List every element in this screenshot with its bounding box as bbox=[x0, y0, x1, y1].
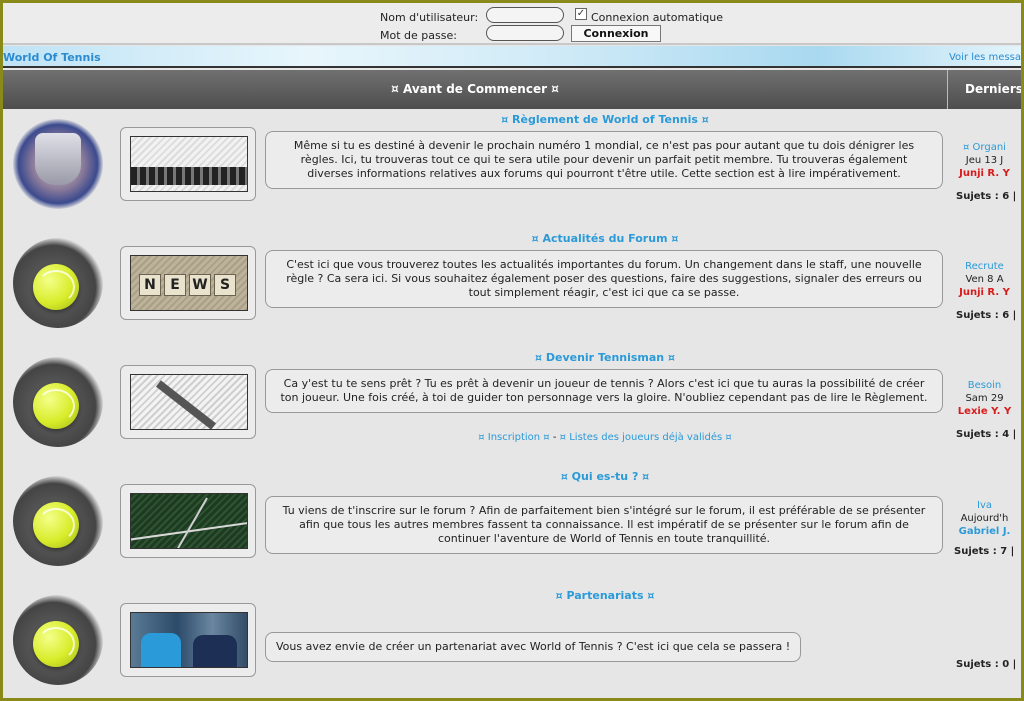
forum-title[interactable]: ¤ Partenariats ¤ bbox=[265, 589, 945, 602]
username-input[interactable] bbox=[486, 7, 564, 23]
tennis-ball-icon bbox=[13, 595, 103, 685]
last-post-topic[interactable]: Recrute bbox=[948, 260, 1021, 273]
notebook-image bbox=[130, 136, 248, 192]
news-letter: E bbox=[164, 274, 186, 296]
recent-messages-link[interactable]: Voir les messa bbox=[949, 52, 1021, 63]
last-post-author[interactable]: Junji R. Y bbox=[948, 167, 1021, 180]
site-name-link[interactable]: World Of Tennis bbox=[3, 51, 101, 64]
last-post: ¤ Organi Jeu 13 J Junji R. Y bbox=[948, 141, 1021, 180]
forum-title[interactable]: ¤ Actualités du Forum ¤ bbox=[265, 232, 945, 245]
last-posts-header: Derniers bbox=[965, 82, 1021, 96]
tennis-ball-icon bbox=[13, 357, 103, 447]
forum-description: Ca y'est tu te sens prêt ? Tu es prêt à … bbox=[265, 369, 943, 413]
subforum-separator: - bbox=[552, 432, 557, 443]
forum-row: ¤ Qui es-tu ? ¤ Tu viens de t'inscrire s… bbox=[3, 466, 1021, 585]
news-letter: N bbox=[139, 274, 161, 296]
pen-image bbox=[130, 374, 248, 430]
last-post-author[interactable]: Gabriel J. bbox=[948, 525, 1021, 538]
subforum-link-validated-players[interactable]: ¤ Listes des joueurs déjà validés ¤ bbox=[560, 432, 732, 443]
last-post-date: Ven 8 A bbox=[965, 274, 1004, 285]
page-frame: Nom d'utilisateur: ✓ Connexion automatiq… bbox=[3, 3, 1021, 698]
forum-thumbnail[interactable] bbox=[120, 603, 256, 677]
auto-login-checkbox[interactable]: ✓ bbox=[575, 8, 587, 20]
forum-row: ¤ Règlement de World of Tennis ¤ Même si… bbox=[3, 109, 1021, 228]
last-post: Iva Aujourd'h Gabriel J. bbox=[948, 499, 1021, 538]
last-post-topic[interactable]: Iva bbox=[948, 499, 1021, 512]
forum-thumbnail[interactable] bbox=[120, 484, 256, 558]
subforum-link-inscription[interactable]: ¤ Inscription ¤ bbox=[478, 432, 549, 443]
last-post-author[interactable]: Junji R. Y bbox=[948, 286, 1021, 299]
forum-description: Vous avez envie de créer un partenariat … bbox=[265, 632, 802, 662]
players-image bbox=[130, 612, 248, 668]
category-title[interactable]: ¤ Avant de Commencer ¤ bbox=[3, 70, 948, 109]
forum-thumbnail[interactable] bbox=[120, 127, 256, 201]
forum-row: ¤ Devenir Tennisman ¤ Ca y'est tu te sen… bbox=[3, 347, 1021, 466]
news-letter: S bbox=[214, 274, 236, 296]
category-header: ¤ Avant de Commencer ¤ Derniers bbox=[3, 70, 1021, 109]
forum-row: ¤ Partenariats ¤ Vous avez envie de crée… bbox=[3, 585, 1021, 698]
subforum-links: ¤ Inscription ¤ - ¤ Listes des joueurs d… bbox=[265, 432, 945, 443]
forum-description: Tu viens de t'inscrire sur le forum ? Af… bbox=[265, 496, 943, 554]
last-post-date: Jeu 13 J bbox=[965, 155, 1004, 166]
forum-stats: Sujets : 6 | bbox=[956, 191, 1017, 202]
last-post-author[interactable]: Lexie Y. Y bbox=[948, 405, 1021, 418]
password-label: Mot de passe: bbox=[380, 29, 457, 42]
password-input[interactable] bbox=[486, 25, 564, 41]
forum-stats: Sujets : 6 | bbox=[956, 310, 1017, 321]
forum-title[interactable]: ¤ Règlement de World of Tennis ¤ bbox=[265, 113, 945, 126]
forum-title[interactable]: ¤ Qui es-tu ? ¤ bbox=[265, 470, 945, 483]
tennis-ball-icon bbox=[13, 476, 103, 566]
forum-row: N E W S ¤ Actualités du Forum ¤ C'est ic… bbox=[3, 228, 1021, 347]
last-post: Recrute Ven 8 A Junji R. Y bbox=[948, 260, 1021, 299]
forum-thumbnail[interactable]: N E W S bbox=[120, 246, 256, 320]
forum-thumbnail[interactable] bbox=[120, 365, 256, 439]
last-post-topic[interactable]: ¤ Organi bbox=[948, 141, 1021, 154]
forum-title[interactable]: ¤ Devenir Tennisman ¤ bbox=[265, 351, 945, 364]
login-button[interactable]: Connexion bbox=[571, 25, 661, 42]
forum-description: Même si tu es destiné à devenir le proch… bbox=[265, 131, 943, 189]
login-bar: Nom d'utilisateur: ✓ Connexion automatiq… bbox=[3, 3, 1021, 45]
username-label: Nom d'utilisateur: bbox=[380, 11, 479, 24]
auto-login-label: Connexion automatique bbox=[591, 11, 723, 24]
forum-stats: Sujets : 4 | bbox=[956, 429, 1017, 440]
tennis-ball-icon bbox=[13, 238, 103, 328]
forum-description: C'est ici que vous trouverez toutes les … bbox=[265, 250, 943, 308]
trophy-icon bbox=[13, 119, 103, 209]
forum-stats: Sujets : 0 | bbox=[956, 659, 1017, 670]
news-image: N E W S bbox=[130, 255, 248, 311]
last-post-topic[interactable]: Besoin bbox=[948, 379, 1021, 392]
tennis-court-image bbox=[130, 493, 248, 549]
site-banner: World Of Tennis Voir les messa bbox=[3, 46, 1021, 68]
last-post-date: Aujourd'h bbox=[960, 513, 1009, 524]
news-letter: W bbox=[189, 274, 211, 296]
last-post: Besoin Sam 29 Lexie Y. Y bbox=[948, 379, 1021, 418]
last-post-date: Sam 29 bbox=[965, 393, 1004, 404]
forum-stats: Sujets : 7 | bbox=[954, 546, 1015, 557]
